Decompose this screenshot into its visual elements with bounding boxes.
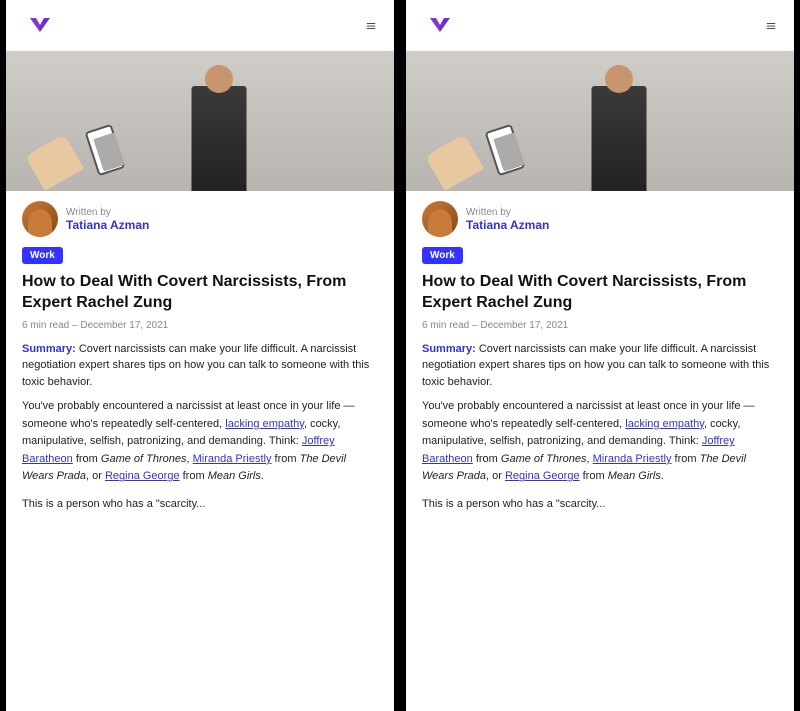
article-title-left: How to Deal With Covert Narcissists, Fro… <box>6 268 394 318</box>
link1-right[interactable]: lacking empathy <box>625 418 704 430</box>
screen-container: ≡ Written by Tatian <box>0 0 800 711</box>
author-avatar-left <box>22 201 58 237</box>
author-info-left: Written by Tatiana Azman <box>66 207 149 232</box>
body6-left: , or <box>86 470 105 482</box>
link4-right[interactable]: Regina George <box>505 470 580 482</box>
body5-left: from <box>271 453 299 465</box>
header-right: ≡ <box>406 0 794 51</box>
author-name-left[interactable]: Tatiana Azman <box>66 218 149 232</box>
meta-info-right: 6 min read – December 17, 2021 <box>406 318 794 337</box>
body5-right: from <box>671 453 699 465</box>
written-by-right: Written by <box>466 207 549 218</box>
hamburger-icon-right[interactable]: ≡ <box>766 16 778 37</box>
link4-left[interactable]: Regina George <box>105 470 180 482</box>
body-text-right: You've probably encountered a narcissist… <box>406 396 794 488</box>
body3-left: from <box>73 453 101 465</box>
summary-label-right: Summary: <box>422 343 476 355</box>
link3-right[interactable]: Miranda Priestly <box>593 453 672 465</box>
phone-panel-left: ≡ Written by Tatian <box>6 0 394 711</box>
phone-panel-right: ≡ Written by Tatiana Azman Work <box>406 0 794 711</box>
author-name-right[interactable]: Tatiana Azman <box>466 218 549 232</box>
link3-left[interactable]: Miranda Priestly <box>193 453 272 465</box>
logo-left <box>22 12 58 41</box>
hero-image-left <box>6 51 394 191</box>
body-end-right: This is a person who has a "scarcity... <box>406 494 794 516</box>
hamburger-icon-left[interactable]: ≡ <box>366 16 378 37</box>
tag-badge-right[interactable]: Work <box>406 243 794 268</box>
body8-left: . <box>261 470 264 482</box>
hero-image-right <box>406 51 794 191</box>
author-row-right: Written by Tatiana Azman <box>406 191 794 243</box>
body3-right: from <box>473 453 501 465</box>
summary-left: Summary: Covert narcissists can make you… <box>6 337 394 397</box>
italic3-left: Mean Girls <box>208 470 261 482</box>
author-avatar-right <box>422 201 458 237</box>
summary-right: Summary: Covert narcissists can make you… <box>406 337 794 397</box>
meta-info-left: 6 min read – December 17, 2021 <box>6 318 394 337</box>
logo-right <box>422 12 458 41</box>
italic1-right: Game of Thrones <box>501 453 587 465</box>
written-by-left: Written by <box>66 207 149 218</box>
summary-label-left: Summary: <box>22 343 76 355</box>
body8-right: . <box>661 470 664 482</box>
body7-right: from <box>580 470 608 482</box>
body-text-left: You've probably encountered a narcissist… <box>6 396 394 488</box>
body-end-left: This is a person who has a "scarcity... <box>6 494 394 516</box>
italic3-right: Mean Girls <box>608 470 661 482</box>
header-left: ≡ <box>6 0 394 51</box>
link1-left[interactable]: lacking empathy <box>225 418 304 430</box>
tag-badge-left[interactable]: Work <box>6 243 394 268</box>
body7-left: from <box>180 470 208 482</box>
article-title-right: How to Deal With Covert Narcissists, Fro… <box>406 268 794 318</box>
author-info-right: Written by Tatiana Azman <box>466 207 549 232</box>
body6-right: , or <box>486 470 505 482</box>
italic1-left: Game of Thrones <box>101 453 187 465</box>
author-row-left: Written by Tatiana Azman <box>6 191 394 243</box>
